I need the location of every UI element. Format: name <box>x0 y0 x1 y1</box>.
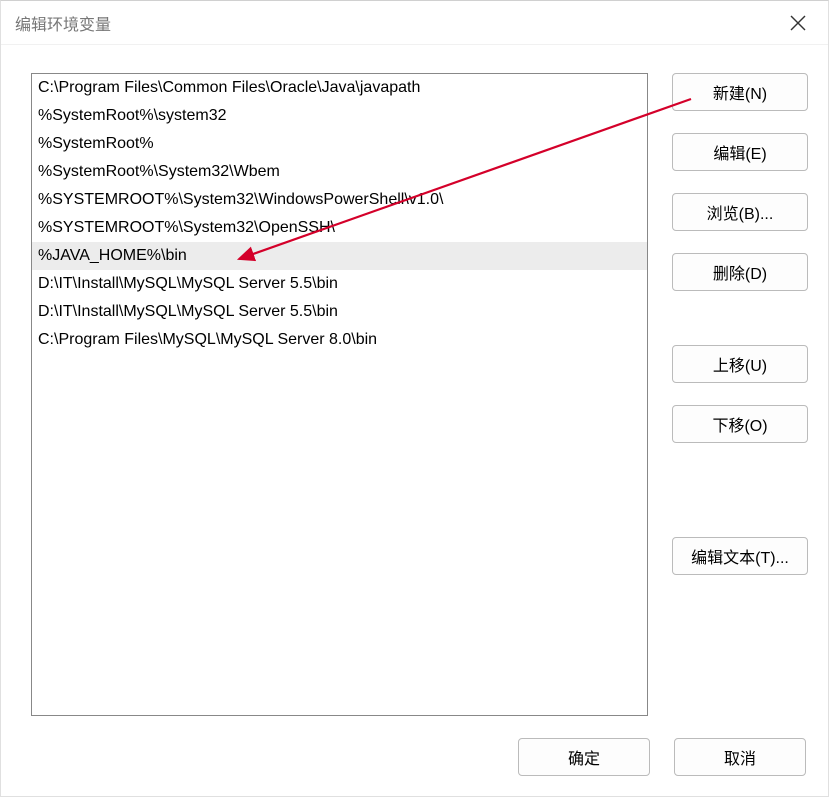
list-item[interactable]: %SystemRoot%\system32 <box>32 102 647 130</box>
window-title: 编辑环境变量 <box>15 11 111 35</box>
list-item[interactable]: C:\Program Files\MySQL\MySQL Server 8.0\… <box>32 326 647 354</box>
list-item[interactable]: D:\IT\Install\MySQL\MySQL Server 5.5\bin <box>32 298 647 326</box>
titlebar: 编辑环境变量 <box>1 1 828 45</box>
new-button[interactable]: 新建(N) <box>672 73 808 111</box>
list-item[interactable]: %JAVA_HOME%\bin <box>32 242 647 270</box>
list-item[interactable]: %SYSTEMROOT%\System32\WindowsPowerShell\… <box>32 186 647 214</box>
list-item[interactable]: %SystemRoot% <box>32 130 647 158</box>
edit-text-button[interactable]: 编辑文本(T)... <box>672 537 808 575</box>
env-var-dialog: 编辑环境变量 C:\Program Files\Common Files\Ora… <box>0 0 829 797</box>
list-item[interactable]: D:\IT\Install\MySQL\MySQL Server 5.5\bin <box>32 270 647 298</box>
side-button-column: 新建(N) 编辑(E) 浏览(B)... 删除(D) 上移(U) 下移(O) 编… <box>672 73 808 716</box>
path-listbox[interactable]: C:\Program Files\Common Files\Oracle\Jav… <box>31 73 648 716</box>
bottom-button-bar: 确定 取消 <box>1 728 828 796</box>
list-item[interactable]: C:\Program Files\Common Files\Oracle\Jav… <box>32 74 647 102</box>
cancel-button[interactable]: 取消 <box>674 738 806 776</box>
delete-button[interactable]: 删除(D) <box>672 253 808 291</box>
ok-button[interactable]: 确定 <box>518 738 650 776</box>
browse-button[interactable]: 浏览(B)... <box>672 193 808 231</box>
edit-button[interactable]: 编辑(E) <box>672 133 808 171</box>
move-down-button[interactable]: 下移(O) <box>672 405 808 443</box>
close-icon[interactable] <box>786 11 810 35</box>
list-item[interactable]: %SYSTEMROOT%\System32\OpenSSH\ <box>32 214 647 242</box>
body-area: C:\Program Files\Common Files\Oracle\Jav… <box>1 45 828 728</box>
move-up-button[interactable]: 上移(U) <box>672 345 808 383</box>
list-item[interactable]: %SystemRoot%\System32\Wbem <box>32 158 647 186</box>
